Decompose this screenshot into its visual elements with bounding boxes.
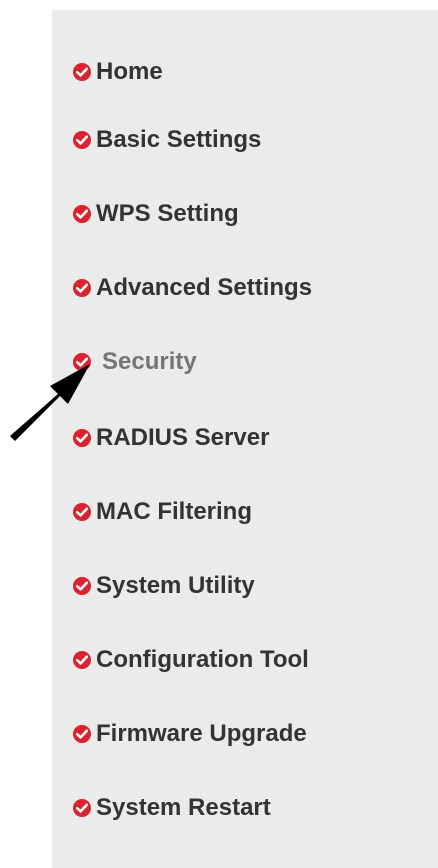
sidebar-menu: Home Basic Settings WPS Setting Advanced… — [52, 10, 438, 868]
menu-item-label: Basic Settings — [96, 126, 262, 153]
menu-item-label: System Restart — [96, 794, 271, 821]
menu-item-label: Advanced Settings — [96, 274, 313, 301]
menu-item-advanced-settings[interactable]: Advanced Settings — [72, 274, 312, 302]
menu-item-label: Firmware Upgrade — [96, 720, 307, 747]
check-bullet-icon — [72, 278, 92, 298]
check-bullet-icon — [72, 204, 92, 224]
menu-item-label: WPS Setting — [96, 200, 239, 227]
check-bullet-icon — [72, 502, 92, 522]
menu-item-radius-server[interactable]: RADIUS Server — [72, 424, 269, 452]
menu-item-label: Security — [102, 348, 197, 375]
menu-item-label: MAC Filtering — [96, 498, 252, 525]
check-bullet-icon — [72, 724, 92, 744]
check-bullet-icon — [72, 576, 92, 596]
menu-item-label: System Utility — [96, 572, 255, 599]
check-bullet-icon — [72, 650, 92, 670]
menu-item-configuration-tool[interactable]: Configuration Tool — [72, 646, 309, 674]
menu-item-label: RADIUS Server — [96, 424, 270, 451]
menu-item-basic-settings[interactable]: Basic Settings — [72, 126, 261, 154]
check-bullet-icon — [72, 798, 92, 818]
menu-item-system-utility[interactable]: System Utility — [72, 572, 255, 600]
menu-item-wps-setting[interactable]: WPS Setting — [72, 200, 239, 228]
menu-item-label: Configuration Tool — [96, 646, 309, 673]
menu-item-mac-filtering[interactable]: MAC Filtering — [72, 498, 252, 526]
check-bullet-icon — [72, 130, 92, 150]
check-bullet-icon — [72, 62, 92, 82]
menu-item-home[interactable]: Home — [72, 58, 163, 86]
menu-item-firmware-upgrade[interactable]: Firmware Upgrade — [72, 720, 307, 748]
menu-item-system-restart[interactable]: System Restart — [72, 794, 271, 822]
menu-item-label: Home — [96, 58, 163, 85]
arrow-pointer-icon — [10, 364, 90, 441]
